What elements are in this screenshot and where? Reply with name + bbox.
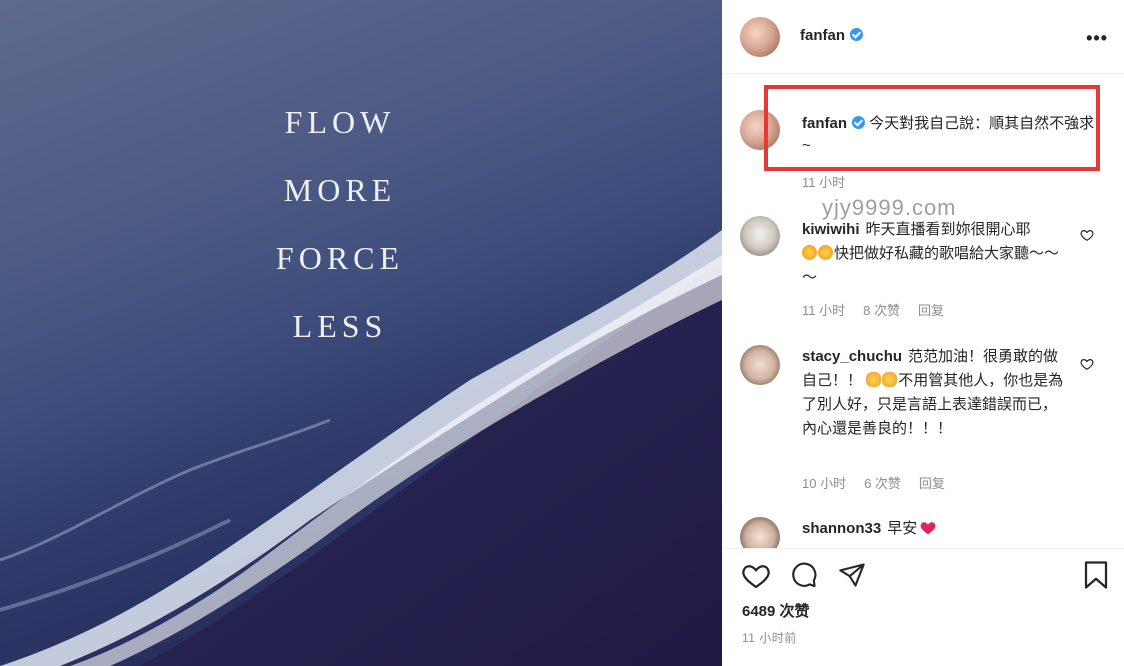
- more-options-icon[interactable]: •••: [1086, 28, 1108, 49]
- comment: kiwiwihi 昨天直播看到妳很開心耶 快把做好私藏的歌唱給大家聽～～～: [802, 218, 1070, 290]
- quote-line: LESS: [292, 308, 388, 344]
- star-struck-emoji-icon: [818, 245, 833, 260]
- post-actions: 6489 次赞 11 小时前: [722, 548, 1124, 666]
- reply-link[interactable]: 回复: [919, 476, 945, 491]
- comment-username[interactable]: kiwiwihi: [802, 221, 860, 238]
- comment-meta: 10 小时 6 次赞 回复: [802, 473, 963, 492]
- post-image[interactable]: FLOW MORE FORCE LESS: [0, 0, 722, 666]
- post-detail-panel: fanfan ••• fanfan 今天對我自己說：順其自然不強求~ 11 小时…: [722, 0, 1124, 666]
- clapping-emoji-icon: [882, 372, 898, 387]
- quote-line: MORE: [283, 172, 397, 208]
- save-bookmark-icon[interactable]: [1082, 560, 1110, 590]
- comment-text: 昨天直播看到妳很開心耶: [865, 221, 1031, 238]
- comment-bubble-icon[interactable]: [789, 561, 819, 589]
- avatar[interactable]: [740, 17, 780, 57]
- comment-username[interactable]: shannon33: [802, 520, 881, 537]
- comment-time: 11 小时: [802, 303, 846, 318]
- comment-meta: 11 小时 8 次赞 回复: [802, 300, 962, 319]
- quote-line: FORCE: [275, 240, 405, 276]
- share-send-icon[interactable]: [837, 561, 867, 589]
- post-time: 11 小时前: [742, 631, 797, 645]
- highlight-box: [764, 85, 1100, 171]
- like-heart-icon[interactable]: [741, 561, 771, 589]
- comment-likes[interactable]: 8 次赞: [863, 303, 900, 318]
- comment-text: 快把做好私藏的歌唱給大家聽～～～: [802, 245, 1060, 286]
- header-username[interactable]: fanfan: [800, 27, 863, 44]
- star-struck-emoji-icon: [802, 245, 817, 260]
- comment-avatar[interactable]: [740, 345, 780, 385]
- caption-time: 11 小时: [802, 175, 846, 190]
- image-quote: FLOW MORE FORCE LESS: [240, 88, 440, 360]
- likes-count[interactable]: 6489 次赞: [742, 600, 810, 621]
- clapping-emoji-icon: [866, 372, 882, 387]
- comment-time: 10 小时: [802, 476, 847, 491]
- comment-avatar[interactable]: [740, 216, 780, 256]
- red-heart-emoji-icon: [920, 522, 936, 535]
- comment: shannon33 早安: [802, 517, 1070, 541]
- comment-username[interactable]: stacy_chuchu: [802, 348, 902, 365]
- username-text[interactable]: fanfan: [800, 27, 845, 44]
- reply-link[interactable]: 回复: [918, 303, 944, 318]
- comment-text: 早安: [887, 520, 918, 537]
- like-comment-heart-icon[interactable]: [1080, 228, 1094, 242]
- like-comment-heart-icon[interactable]: [1080, 357, 1094, 371]
- comment-likes[interactable]: 6 次赞: [864, 476, 901, 491]
- quote-line: FLOW: [284, 104, 396, 140]
- comment: stacy_chuchu 范范加油！很勇敢的做自己！！ 不用管其他人，你也是為了別…: [802, 345, 1070, 441]
- verified-badge-icon: [850, 28, 863, 41]
- post-header: fanfan •••: [722, 0, 1124, 74]
